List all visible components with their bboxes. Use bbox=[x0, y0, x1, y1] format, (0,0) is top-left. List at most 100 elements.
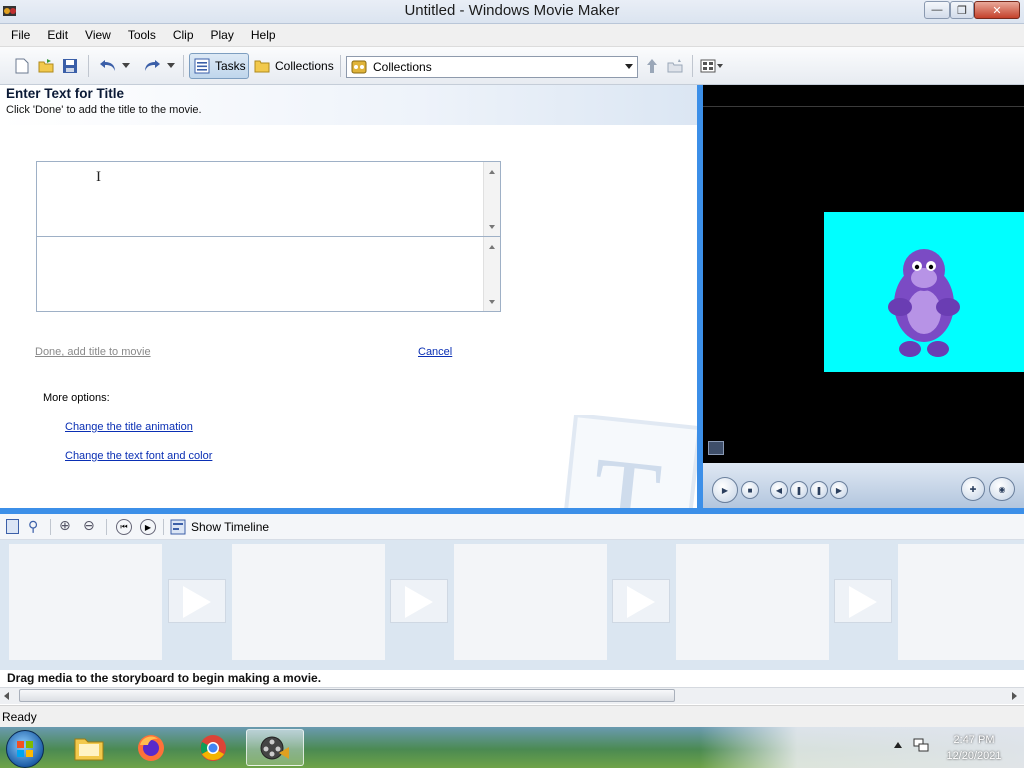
storyboard-hint: Drag media to the storyboard to begin ma… bbox=[7, 671, 322, 685]
status-text: Ready bbox=[2, 710, 37, 724]
previous-frame-icon[interactable]: ◀ bbox=[770, 481, 788, 499]
new-collection-folder-icon[interactable] bbox=[667, 58, 683, 74]
maximize-button[interactable]: ❐ bbox=[950, 1, 974, 19]
change-font-color-link[interactable]: Change the text font and color bbox=[65, 450, 212, 462]
redo-dropdown-icon[interactable] bbox=[165, 58, 177, 74]
menu-play[interactable]: Play bbox=[211, 28, 234, 42]
up-one-level-icon[interactable] bbox=[644, 58, 660, 74]
storyboard-clip-slot[interactable] bbox=[454, 544, 607, 660]
redo-icon[interactable] bbox=[142, 58, 162, 74]
tasks-icon bbox=[194, 58, 210, 74]
show-timeline-label: Show Timeline bbox=[191, 520, 270, 534]
toolbar-separator bbox=[50, 519, 51, 535]
scroll-down-icon[interactable] bbox=[489, 225, 495, 229]
zoom-out-icon[interactable]: ⊖ bbox=[83, 517, 101, 535]
toolbar: Tasks Collections Collections bbox=[0, 47, 1024, 85]
taskbar-file-explorer[interactable] bbox=[60, 729, 118, 766]
network-icon[interactable] bbox=[913, 737, 929, 753]
chevron-down-icon bbox=[625, 64, 633, 69]
preview-top-line bbox=[703, 106, 1024, 107]
minimize-button[interactable]: — bbox=[924, 1, 950, 19]
file-explorer-icon bbox=[74, 738, 104, 760]
restore-icon: ❐ bbox=[957, 4, 967, 17]
subtitle-text-scrollbar[interactable] bbox=[483, 237, 500, 311]
task-pane-header: Enter Text for Title Click 'Done' to add… bbox=[0, 85, 697, 125]
collections-button[interactable]: Collections bbox=[252, 53, 336, 79]
save-icon[interactable] bbox=[62, 58, 78, 74]
next-frame-icon[interactable]: ▶ bbox=[830, 481, 848, 499]
stop-icon[interactable]: ■ bbox=[741, 481, 759, 499]
transition-slot[interactable] bbox=[612, 579, 670, 623]
open-project-icon[interactable] bbox=[38, 58, 54, 74]
rewind-storyboard-icon[interactable]: ⏮ bbox=[116, 519, 132, 535]
chrome-icon bbox=[200, 734, 226, 761]
collections-label: Collections bbox=[275, 59, 334, 73]
storyboard-clip-slot[interactable] bbox=[898, 544, 1024, 660]
menu-file[interactable]: File bbox=[11, 28, 30, 42]
new-project-icon[interactable] bbox=[14, 58, 30, 74]
undo-dropdown-icon[interactable] bbox=[120, 58, 132, 74]
transition-slot[interactable] bbox=[390, 579, 448, 623]
audio-levels-icon[interactable]: ⚲ bbox=[28, 518, 44, 534]
title-text-scrollbar[interactable] bbox=[483, 162, 500, 236]
split-icon[interactable]: ✚ bbox=[961, 477, 985, 501]
scroll-left-icon[interactable] bbox=[4, 692, 9, 700]
collections-dropdown[interactable]: Collections bbox=[346, 56, 638, 78]
title-text-input[interactable] bbox=[39, 164, 479, 234]
menu-help[interactable]: Help bbox=[251, 28, 276, 42]
menu-view[interactable]: View bbox=[85, 28, 111, 42]
undo-icon[interactable] bbox=[98, 58, 118, 74]
taskbar-chrome[interactable] bbox=[184, 729, 242, 766]
task-pane-title: Enter Text for Title bbox=[6, 86, 125, 101]
subtitle-text-box[interactable] bbox=[36, 236, 501, 312]
cancel-link[interactable]: Cancel bbox=[418, 346, 452, 358]
clock-date: 12/20/2021 bbox=[946, 750, 1002, 762]
done-add-title-link[interactable]: Done, add title to movie bbox=[35, 346, 151, 358]
task-pane-subtitle: Click 'Done' to add the title to the mov… bbox=[6, 104, 202, 116]
storyboard-clip-slot[interactable] bbox=[232, 544, 385, 660]
task-pane: Enter Text for Title Click 'Done' to add… bbox=[0, 85, 697, 593]
back-icon[interactable]: ❚ bbox=[790, 481, 808, 499]
toolbar-separator bbox=[106, 519, 107, 535]
play-icon[interactable]: ▶ bbox=[712, 477, 738, 503]
storyboard-toolbar: ⚲ ⊕ ⊖ ⏮ ▶ Show Timeline bbox=[0, 514, 1024, 540]
start-button[interactable] bbox=[6, 730, 44, 768]
tasks-label: Tasks bbox=[215, 59, 246, 73]
transition-slot[interactable] bbox=[168, 579, 226, 623]
views-icon[interactable] bbox=[699, 58, 725, 74]
collections-dropdown-icon bbox=[351, 60, 367, 74]
storyboard-clip-slot[interactable] bbox=[676, 544, 829, 660]
title-text-box[interactable] bbox=[36, 161, 501, 237]
close-button[interactable]: ✕ bbox=[974, 1, 1020, 19]
scroll-down-icon[interactable] bbox=[489, 300, 495, 304]
taskbar-clock[interactable]: 2:47 PM 12/20/2021 bbox=[936, 732, 1012, 764]
forward-icon[interactable]: ❚ bbox=[810, 481, 828, 499]
storyboard[interactable] bbox=[0, 540, 1024, 670]
tasks-button[interactable]: Tasks bbox=[189, 53, 249, 79]
windows-logo-icon bbox=[17, 741, 33, 757]
menu-tools[interactable]: Tools bbox=[128, 28, 156, 42]
change-title-animation-link[interactable]: Change the title animation bbox=[65, 421, 193, 433]
menu-bar: File Edit View Tools Clip Play Help bbox=[0, 24, 1024, 47]
movie-maker-icon bbox=[260, 736, 289, 759]
status-bar bbox=[0, 705, 1024, 727]
menu-edit[interactable]: Edit bbox=[47, 28, 68, 42]
storyboard-clip-slot[interactable] bbox=[9, 544, 162, 660]
scroll-up-icon[interactable] bbox=[489, 245, 495, 249]
narrate-timeline-icon[interactable] bbox=[6, 519, 19, 534]
transition-slot[interactable] bbox=[834, 579, 892, 623]
show-timeline-button[interactable]: Show Timeline bbox=[170, 516, 269, 538]
zoom-in-icon[interactable]: ⊕ bbox=[59, 517, 77, 535]
taskbar-firefox[interactable] bbox=[122, 729, 180, 766]
show-hidden-icons-icon[interactable] bbox=[894, 742, 902, 748]
scroll-right-icon[interactable] bbox=[1012, 692, 1017, 700]
play-storyboard-icon[interactable]: ▶ bbox=[140, 519, 156, 535]
text-cursor-icon: I bbox=[96, 169, 101, 185]
take-picture-icon[interactable]: ◉ bbox=[989, 477, 1015, 501]
taskbar-movie-maker[interactable] bbox=[246, 729, 304, 766]
scroll-up-icon[interactable] bbox=[489, 170, 495, 174]
storyboard-scroll-thumb[interactable] bbox=[19, 689, 675, 702]
subtitle-text-input[interactable] bbox=[39, 239, 479, 309]
split-clip-icon[interactable] bbox=[708, 441, 724, 455]
menu-clip[interactable]: Clip bbox=[173, 28, 194, 42]
